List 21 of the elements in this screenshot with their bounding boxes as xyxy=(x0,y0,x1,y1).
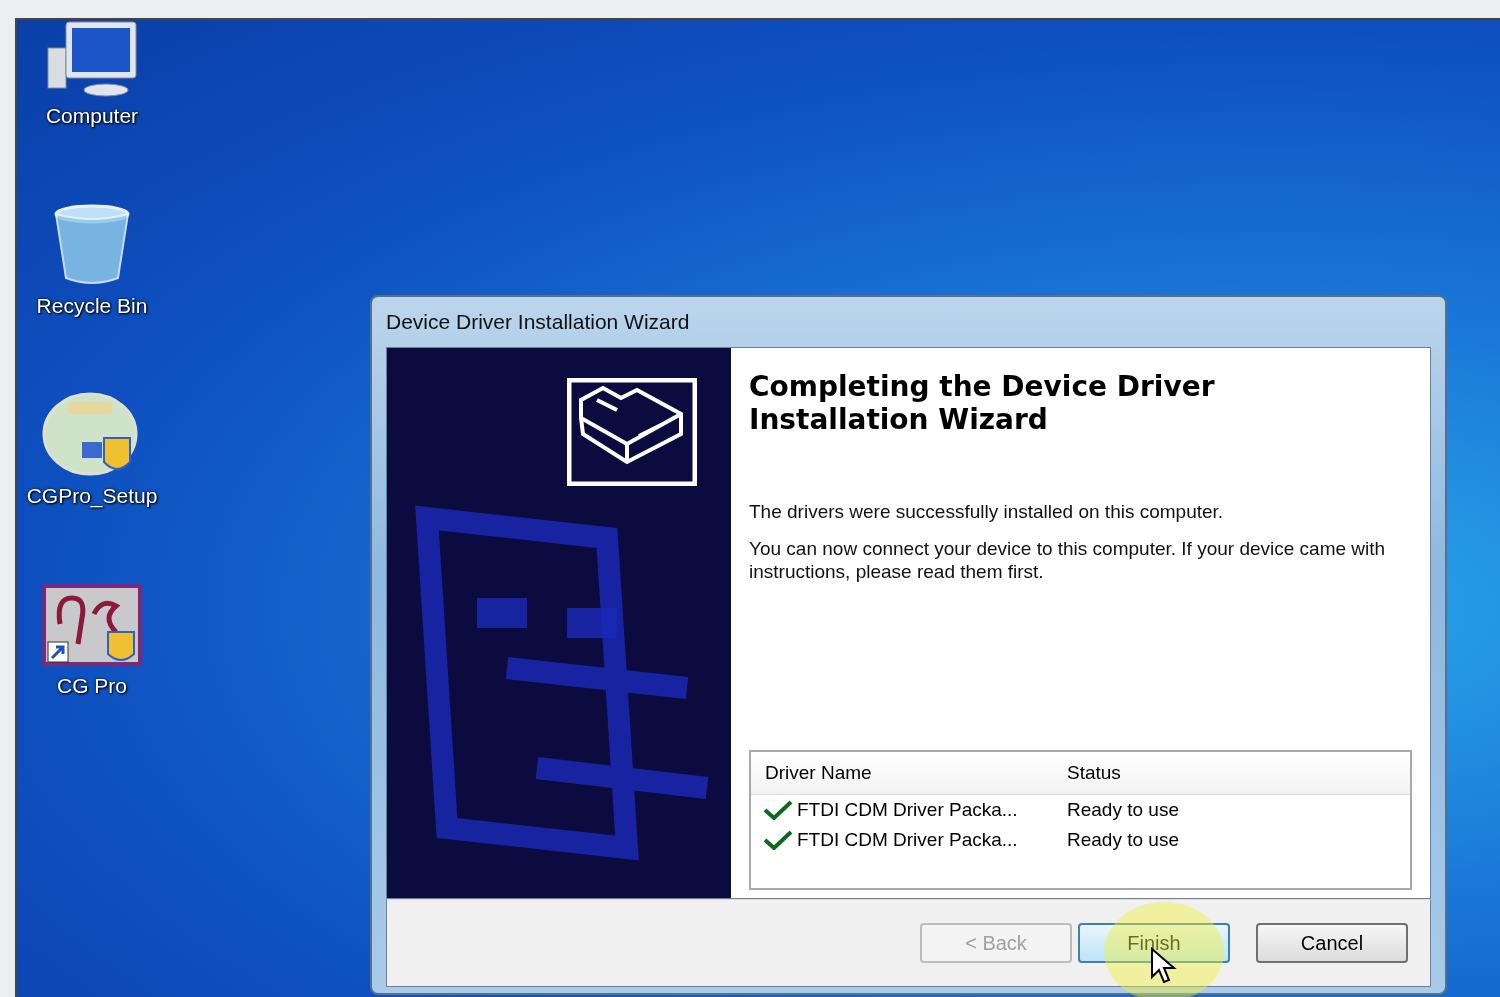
window-title: Device Driver Installation Wizard xyxy=(386,310,690,334)
desktop-icon-label[interactable]: Computer xyxy=(45,104,139,128)
checkmark-icon xyxy=(763,830,793,850)
table-cell: FTDI CDM Driver Packa... xyxy=(797,829,1018,851)
wizard-heading: Completing the Device Driver Installation Wizard xyxy=(749,370,1216,436)
cancel-button[interactable]: Cancel xyxy=(1256,923,1408,963)
column-header[interactable]: Status xyxy=(1067,762,1121,784)
table-cell: Ready to use xyxy=(1067,829,1179,851)
table-cell: Ready to use xyxy=(1067,799,1179,821)
message-text: The drivers were successfully installed on this computer. xyxy=(749,500,1225,523)
column-header[interactable]: Driver Name xyxy=(751,762,1067,784)
hardware-drive-icon xyxy=(567,378,697,486)
table-cell: FTDI CDM Driver Packa... xyxy=(797,799,1018,821)
monitor-icon[interactable] xyxy=(44,20,140,98)
message-text: You can now connect your device to this computer. If your device came with instructions, please read them first. xyxy=(749,537,1387,583)
wizard-button[interactable]: Finish xyxy=(1078,923,1230,963)
app-shortcut-icon[interactable] xyxy=(42,584,142,668)
desktop-icon-label[interactable]: CGPro_Setup xyxy=(26,484,158,508)
desktop-icon-label[interactable]: CG Pro xyxy=(57,674,127,698)
desktop-icon-label[interactable]: Recycle Bin xyxy=(36,294,148,318)
checkmark-icon xyxy=(763,800,793,820)
